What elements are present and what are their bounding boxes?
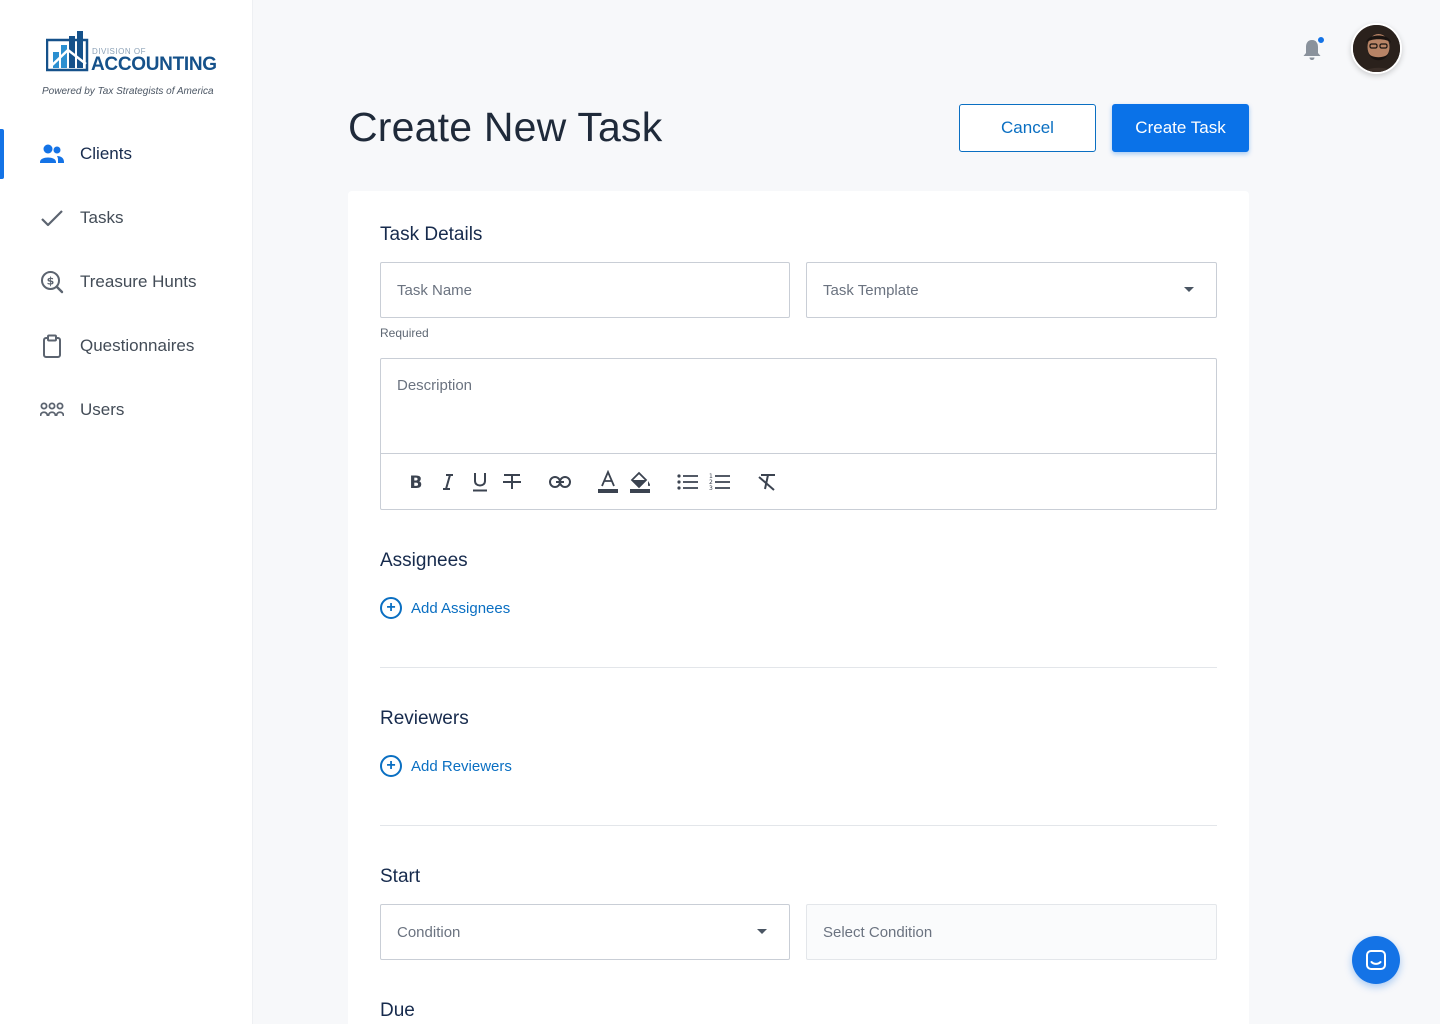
fill-color-icon[interactable] (628, 470, 652, 494)
section-divider (380, 667, 1217, 668)
sidebar-item-label: Tasks (80, 208, 124, 227)
clear-formatting-icon[interactable] (756, 470, 780, 494)
cancel-button[interactable]: Cancel (959, 104, 1096, 152)
sidebar-item-treasure-hunts[interactable]: $ Treasure Hunts (0, 250, 253, 314)
brand-logo[interactable]: Division of ACCOUNTING Powered by Tax St… (42, 26, 244, 106)
sidebar-item-label: Users (80, 400, 125, 419)
sidebar-item-users[interactable]: Users (0, 378, 253, 442)
chat-launcher-button[interactable] (1352, 936, 1400, 984)
notification-dot (1316, 35, 1326, 45)
description-placeholder: Description (397, 377, 473, 394)
task-template-placeholder: Task Template (823, 281, 919, 299)
sidebar-item-clients[interactable]: Clients (0, 122, 253, 186)
sidebar: Division of ACCOUNTING Powered by Tax St… (0, 0, 253, 1024)
underline-icon[interactable] (468, 470, 492, 494)
check-icon (40, 206, 64, 230)
group-icon (40, 398, 64, 422)
create-task-button[interactable]: Create Task (1112, 104, 1249, 152)
bullet-list-icon[interactable] (676, 470, 700, 494)
task-details-title: Task Details (380, 224, 483, 245)
sidebar-item-tasks[interactable]: Tasks (0, 186, 253, 250)
task-name-helper: Required (380, 326, 429, 340)
assignees-title: Assignees (380, 550, 468, 571)
link-icon[interactable] (548, 470, 572, 494)
section-divider (380, 825, 1217, 826)
logo-name-text: ACCOUNTING (91, 54, 217, 75)
logo-tagline: Powered by Tax Strategists of America (42, 86, 214, 97)
page-title: Create New Task (348, 104, 663, 150)
logo-mark-icon (46, 31, 89, 72)
add-reviewers-button[interactable]: + Add Reviewers (380, 755, 512, 777)
editor-toolbar: B 123 (381, 453, 1216, 509)
numbered-list-icon[interactable]: 123 (708, 470, 732, 494)
italic-icon[interactable] (436, 470, 460, 494)
notification-bell[interactable] (1300, 35, 1326, 62)
start-condition-placeholder: Condition (397, 923, 461, 941)
chat-icon (1366, 950, 1386, 970)
caret-down-icon (757, 929, 767, 934)
dollar-search-icon: $ (40, 270, 64, 294)
task-name-input[interactable]: Task Name (380, 262, 790, 318)
add-assignees-label: Add Assignees (411, 599, 511, 617)
text-color-icon[interactable] (596, 470, 620, 494)
start-condition-select[interactable]: Condition (380, 904, 790, 960)
due-title: Due (380, 1000, 415, 1021)
caret-down-icon (1184, 287, 1194, 292)
bold-icon[interactable]: B (404, 470, 428, 494)
task-name-placeholder: Task Name (397, 281, 473, 299)
svg-text:3: 3 (709, 485, 713, 491)
task-template-select[interactable]: Task Template (806, 262, 1217, 318)
select-condition-placeholder: Select Condition (823, 923, 933, 941)
sidebar-item-questionnaires[interactable]: Questionnaires (0, 314, 253, 378)
sidebar-item-label: Questionnaires (80, 336, 195, 355)
select-condition-field[interactable]: Select Condition (806, 904, 1217, 960)
avatar-image (1353, 25, 1400, 72)
sidebar-nav: Clients Tasks $ Treasure Hunts Questionn… (0, 122, 253, 442)
users-icon (40, 142, 64, 166)
plus-circle-icon: + (380, 597, 402, 619)
task-form-card: Task Details Task Name Task Template Req… (348, 191, 1249, 1024)
plus-circle-icon: + (380, 755, 402, 777)
sidebar-item-label: Treasure Hunts (80, 272, 197, 291)
svg-text:$: $ (47, 275, 55, 288)
svg-text:B: B (410, 473, 423, 491)
sidebar-item-label: Clients (80, 144, 132, 163)
add-reviewers-label: Add Reviewers (411, 757, 512, 775)
avatar[interactable] (1351, 23, 1402, 74)
clipboard-icon (40, 334, 64, 358)
add-assignees-button[interactable]: + Add Assignees (380, 597, 510, 619)
description-editor[interactable]: Description B 1 2 3 (380, 358, 1217, 510)
start-title: Start (380, 866, 421, 887)
reviewers-title: Reviewers (380, 708, 469, 729)
strikethrough-icon[interactable] (500, 470, 524, 494)
